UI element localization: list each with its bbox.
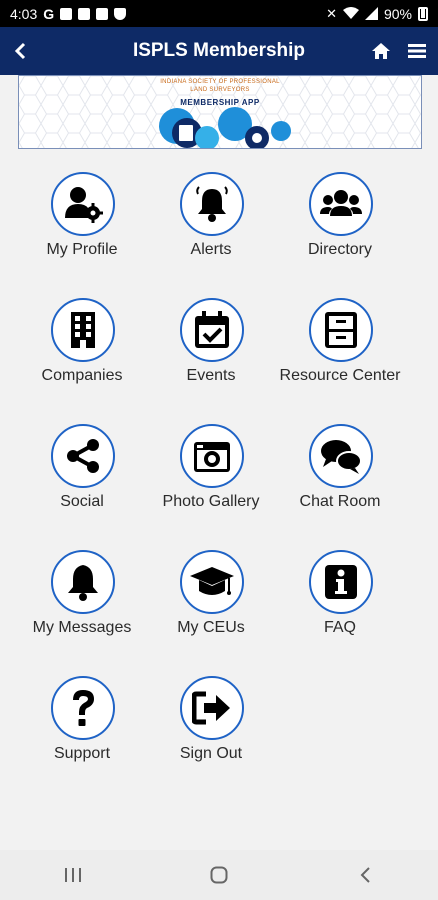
tile-icon-circle <box>51 298 115 362</box>
bell-icon <box>196 186 228 222</box>
mute-icon: ✕ <box>326 5 337 21</box>
graduation-cap-icon <box>190 567 234 595</box>
home-nav-button[interactable] <box>199 855 239 895</box>
tile-photo-gallery[interactable]: Photo Gallery <box>147 424 275 534</box>
tile-label: Social <box>60 493 104 510</box>
tile-icon-circle <box>180 424 244 488</box>
tile-label: Alerts <box>190 241 232 258</box>
tile-chat-room[interactable]: Chat Room <box>276 424 404 534</box>
home-button[interactable] <box>370 40 392 62</box>
shield-icon <box>114 7 127 20</box>
chevron-left-icon <box>14 42 26 60</box>
tile-icon-circle <box>51 172 115 236</box>
tile-icon-circle <box>180 298 244 362</box>
file-icon <box>96 7 109 20</box>
tile-resource-center[interactable]: Resource Center <box>276 298 404 408</box>
battery-icon <box>418 6 428 21</box>
tile-companies[interactable]: Companies <box>18 298 146 408</box>
chevron-left-icon <box>360 867 370 883</box>
tile-label: My CEUs <box>177 619 245 636</box>
tile-label: Sign Out <box>179 745 243 762</box>
tile-label: My Messages <box>32 619 132 636</box>
back-button[interactable] <box>0 27 40 75</box>
tile-my-profile[interactable]: My Profile <box>18 172 146 282</box>
banner-app-label: MEMBERSHIP APP <box>180 98 260 107</box>
tile-sign-out[interactable]: Sign Out <box>147 676 275 786</box>
building-icon <box>71 312 95 348</box>
users-icon <box>320 190 362 216</box>
recent-apps-button[interactable] <box>53 855 93 895</box>
tile-icon-circle <box>309 172 373 236</box>
back-nav-button[interactable] <box>345 855 385 895</box>
tile-icon-circle <box>180 172 244 236</box>
tile-label: Resource Center <box>279 367 401 384</box>
tile-label: Companies <box>41 367 123 384</box>
chat-bubbles-icon <box>321 440 362 474</box>
bell-icon <box>68 565 98 601</box>
tile-icon-circle <box>180 676 244 740</box>
file-cabinet-icon <box>325 312 357 348</box>
tile-icon-circle <box>180 550 244 614</box>
membership-banner: INDIANA SOCIETY OF PROFESSIONAL LAND SUR… <box>18 75 422 149</box>
sign-out-icon <box>192 691 230 725</box>
tile-label: Photo Gallery <box>162 493 260 510</box>
menu-button[interactable] <box>406 40 428 62</box>
tile-social[interactable]: Social <box>18 424 146 534</box>
home-icon <box>372 43 390 59</box>
tile-label: My Profile <box>46 241 118 258</box>
notification-icon <box>60 7 73 20</box>
tile-icon-circle <box>309 298 373 362</box>
tile-label: Support <box>53 745 111 762</box>
tile-my-ceus[interactable]: My CEUs <box>147 550 275 660</box>
banner-org-line2: LAND SURVEYORS <box>190 87 250 93</box>
tile-faq[interactable]: FAQ <box>276 550 404 660</box>
tile-icon-circle <box>51 676 115 740</box>
recent-apps-icon <box>65 868 81 882</box>
signal-icon <box>364 7 378 20</box>
tile-alerts[interactable]: Alerts <box>147 172 275 282</box>
battery-percent: 90% <box>383 5 412 22</box>
tile-label: Events <box>186 367 236 384</box>
tile-directory[interactable]: Directory <box>276 172 404 282</box>
share-icon <box>67 439 99 473</box>
banner-org-name: INDIANA SOCIETY OF PROFESSIONAL LAND SUR… <box>19 78 421 94</box>
info-icon <box>325 565 357 599</box>
calendar-check-icon <box>195 311 229 348</box>
camera-icon <box>194 442 230 472</box>
tile-icon-circle <box>51 424 115 488</box>
status-time: 4:03 <box>10 5 38 22</box>
banner-org-line1: INDIANA SOCIETY OF PROFESSIONAL <box>160 79 280 85</box>
wifi-icon <box>342 7 359 19</box>
system-nav-bar <box>0 850 438 900</box>
app-header: ISPLS Membership <box>0 27 438 75</box>
tile-icon-circle <box>309 424 373 488</box>
tile-label: Chat Room <box>299 493 381 510</box>
tile-icon-circle <box>51 550 115 614</box>
home-circle-icon <box>210 866 228 884</box>
g-icon: G <box>43 5 55 22</box>
tile-my-messages[interactable]: My Messages <box>18 550 146 660</box>
hamburger-menu-icon <box>408 44 426 58</box>
tile-label: Directory <box>307 241 372 258</box>
tile-label: FAQ <box>323 619 356 636</box>
tile-support[interactable]: Support <box>18 676 146 786</box>
tile-events[interactable]: Events <box>147 298 275 408</box>
tile-icon-circle <box>309 550 373 614</box>
question-icon <box>73 690 94 726</box>
user-gear-icon <box>65 187 103 223</box>
status-bar: 4:03 G ✕ 90% <box>0 0 438 27</box>
image-icon <box>78 7 91 20</box>
